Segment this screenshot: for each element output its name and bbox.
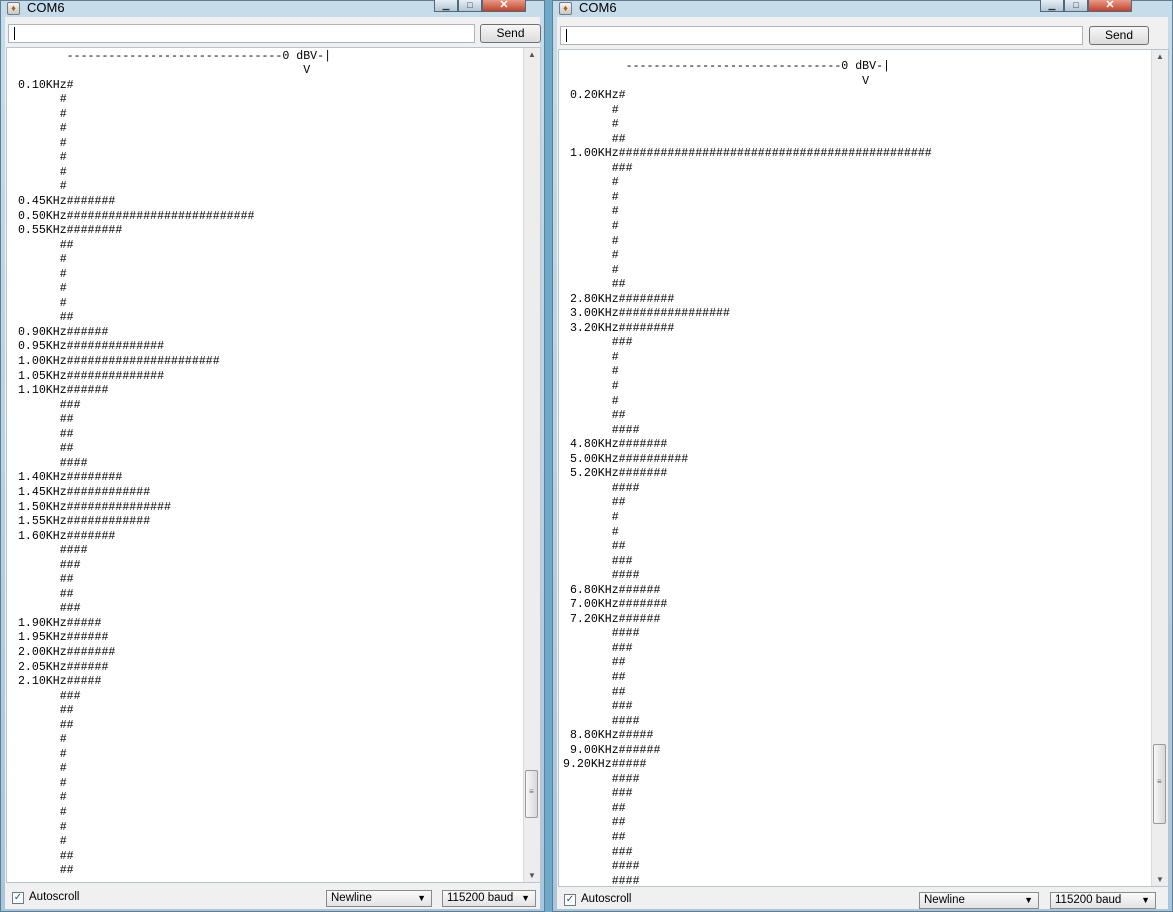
arduino-app-icon: ♦ <box>7 2 20 15</box>
window-content: Send ~ ~ -------------------------------… <box>5 17 541 909</box>
arduino-app-icon: ♦ <box>559 2 572 15</box>
window-content: Send -------------------------------0 dB… <box>557 17 1169 909</box>
title-bar[interactable]: ♦ COM6 ▁ □ ✕ <box>553 0 1172 17</box>
status-bar: ✓ Autoscroll Newline ▼ 115200 baud ▼ <box>557 889 1168 909</box>
window-title: COM6 <box>579 0 617 15</box>
send-button[interactable]: Send <box>1089 26 1149 45</box>
grip-icon: ≡ <box>1157 777 1162 786</box>
minimize-icon[interactable]: ▁ <box>1040 0 1064 12</box>
serial-output-text: ~ ~ -------------------------------0 dBV… <box>17 49 332 878</box>
autoscroll-checkbox[interactable]: ✓ <box>564 894 576 906</box>
serial-input-field[interactable] <box>560 26 1083 45</box>
scrollbar-thumb[interactable]: ≡ <box>525 770 538 818</box>
scroll-down-arrow-icon[interactable]: ▼ <box>1156 875 1164 884</box>
status-bar: ✓ Autoscroll Newline ▼ 115200 baud ▼ <box>5 887 540 909</box>
grip-icon: ≡ <box>529 787 534 796</box>
chevron-down-icon: ▼ <box>1141 895 1150 905</box>
chevron-down-icon: ▼ <box>521 893 530 903</box>
line-ending-select[interactable]: Newline ▼ <box>919 892 1039 909</box>
close-icon[interactable]: ✕ <box>1088 0 1132 12</box>
serial-monitor-window-right: ♦ COM6 ▁ □ ✕ Send ----------------------… <box>552 0 1173 912</box>
title-bar[interactable]: ♦ COM6 ▁ □ ✕ <box>1 0 544 17</box>
scroll-down-arrow-icon[interactable]: ▼ <box>528 871 536 880</box>
scroll-up-arrow-icon[interactable]: ▲ <box>1156 52 1164 61</box>
scroll-up-arrow-icon[interactable]: ▲ <box>528 50 536 59</box>
autoscroll-label: Autoscroll <box>581 893 632 905</box>
vertical-scrollbar[interactable]: ▲ ≡ ▼ <box>523 48 540 882</box>
chevron-down-icon: ▼ <box>417 893 426 903</box>
send-button[interactable]: Send <box>480 24 541 43</box>
maximize-icon[interactable]: □ <box>1064 0 1088 12</box>
vertical-scrollbar[interactable]: ▲ ≡ ▼ <box>1151 50 1168 886</box>
baud-rate-select[interactable]: 115200 baud ▼ <box>1050 892 1156 909</box>
serial-output-console[interactable]: -------------------------------0 dBV-| V… <box>558 49 1169 887</box>
maximize-icon[interactable]: □ <box>458 0 482 12</box>
serial-monitor-window-left: ♦ COM6 ▁ □ ✕ Send ~ ~ ------------------… <box>0 0 545 912</box>
close-icon[interactable]: ✕ <box>482 0 526 12</box>
serial-output-text: -------------------------------0 dBV-| V… <box>563 60 932 887</box>
text-caret <box>14 27 15 40</box>
autoscroll-checkbox[interactable]: ✓ <box>12 892 24 904</box>
window-title: COM6 <box>27 0 65 15</box>
serial-output-console[interactable]: ~ ~ -------------------------------0 dBV… <box>6 47 541 883</box>
scrollbar-thumb[interactable]: ≡ <box>1153 744 1166 824</box>
text-caret <box>566 29 567 42</box>
autoscroll-label: Autoscroll <box>29 891 80 903</box>
line-ending-select[interactable]: Newline ▼ <box>326 890 432 907</box>
chevron-down-icon: ▼ <box>1024 895 1033 905</box>
serial-input-field[interactable] <box>8 24 475 43</box>
baud-rate-select[interactable]: 115200 baud ▼ <box>442 890 536 907</box>
minimize-icon[interactable]: ▁ <box>434 0 458 12</box>
